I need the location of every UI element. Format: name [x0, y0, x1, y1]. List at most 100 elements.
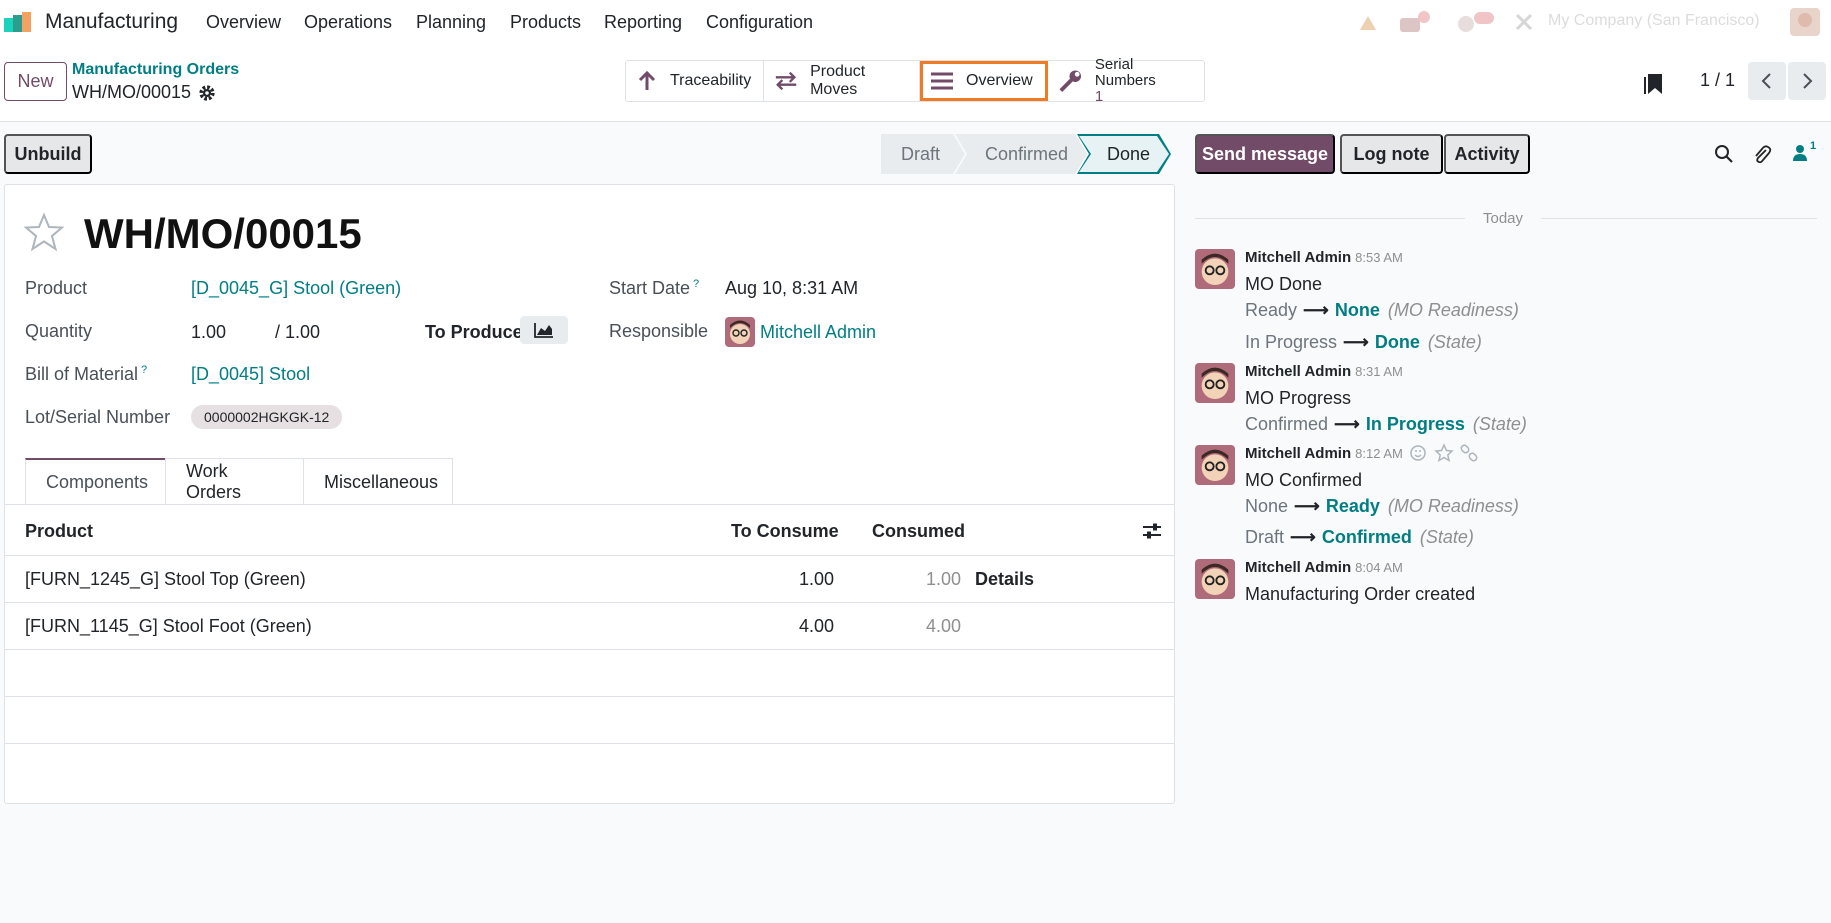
- menu-planning[interactable]: Planning: [416, 12, 486, 33]
- activity-icon[interactable]: [1456, 10, 1496, 34]
- author-name[interactable]: Mitchell Admin: [1245, 363, 1351, 380]
- serial-numbers-button[interactable]: Serial Numbers 1: [1048, 57, 1204, 105]
- stage-done[interactable]: Done: [1077, 134, 1171, 174]
- bom-link[interactable]: [D_0045] Stool: [191, 364, 310, 385]
- lot-badge[interactable]: 0000002HGKGK-12: [191, 405, 343, 429]
- arrow-right-icon: ⟶: [1334, 414, 1360, 434]
- bom-label-text: Bill of Material: [25, 364, 139, 384]
- responsible-link[interactable]: Mitchell Admin: [760, 322, 876, 343]
- tab-work-orders[interactable]: Work Orders: [165, 458, 304, 505]
- col-to-consume[interactable]: To Consume: [731, 521, 839, 542]
- pager-next-button[interactable]: [1788, 62, 1826, 100]
- avatar[interactable]: [1195, 559, 1235, 599]
- star-icon[interactable]: [1434, 443, 1454, 463]
- message-time: 8:53 AM: [1355, 250, 1403, 265]
- date-separator: Today: [1465, 210, 1542, 227]
- bom-label: Bill of Material?: [25, 364, 147, 385]
- bookmark-icon[interactable]: [1644, 72, 1664, 96]
- tracking-new: Confirmed: [1321, 527, 1412, 547]
- traceability-button[interactable]: Traceability: [626, 61, 764, 101]
- details-button[interactable]: Details: [975, 569, 1034, 590]
- add-reaction-icon[interactable]: [1409, 443, 1429, 463]
- unbuild-button[interactable]: Unbuild: [4, 134, 92, 174]
- tracking-value: None ⟶ Ready (MO Readiness): [1245, 496, 1519, 517]
- tracking-old: Draft: [1245, 527, 1285, 547]
- author-name[interactable]: Mitchell Admin: [1245, 445, 1351, 462]
- product-link[interactable]: [D_0045_G] Stool (Green): [191, 278, 401, 299]
- paperclip-icon[interactable]: [1752, 144, 1772, 166]
- record-title: WH/MO/00015: [84, 210, 362, 257]
- tools-icon[interactable]: [1514, 12, 1534, 32]
- table-row[interactable]: [FURN_1145_G] Stool Foot (Green) 4.00 4.…: [4, 603, 1175, 650]
- message-author[interactable]: Mitchell Admin 8:04 AM: [1245, 559, 1403, 576]
- breadcrumb-current: WH/MO/00015: [72, 82, 192, 102]
- link-icon[interactable]: [1459, 443, 1479, 463]
- pager-value[interactable]: 1 / 1: [1700, 70, 1735, 91]
- menu-overview[interactable]: Overview: [206, 12, 281, 33]
- send-message-button[interactable]: Send message: [1195, 134, 1335, 174]
- arrow-up-icon: [638, 70, 656, 90]
- quantity-input[interactable]: 1.00: [191, 322, 226, 343]
- tracking-field: (State): [1419, 527, 1474, 547]
- control-panel: New Manufacturing Orders WH/MO/00015 Tra…: [0, 44, 1831, 122]
- chevron-left-icon: [1761, 73, 1771, 89]
- optional-columns-icon[interactable]: [1142, 522, 1162, 540]
- stage-confirmed[interactable]: Confirmed: [955, 134, 1087, 174]
- overview-button[interactable]: Overview: [920, 61, 1048, 101]
- col-consumed[interactable]: Consumed: [872, 521, 965, 542]
- product-label: Product: [25, 278, 88, 298]
- tab-components[interactable]: Components: [25, 458, 166, 505]
- bom-help[interactable]: ?: [141, 364, 147, 376]
- app-name[interactable]: Manufacturing: [45, 10, 178, 34]
- row-product: [FURN_1145_G] Stool Foot (Green): [25, 616, 312, 636]
- avatar[interactable]: [1195, 363, 1235, 403]
- author-name[interactable]: Mitchell Admin: [1245, 559, 1351, 576]
- author-name[interactable]: Mitchell Admin: [1245, 249, 1351, 266]
- message-author[interactable]: Mitchell Admin 8:12 AM: [1245, 445, 1403, 462]
- avatar[interactable]: [1195, 249, 1235, 289]
- user-avatar[interactable]: [1790, 8, 1820, 36]
- menu-configuration[interactable]: Configuration: [706, 12, 813, 33]
- tracking-field: (MO Readiness): [1387, 496, 1519, 516]
- forecast-chart-button[interactable]: [520, 316, 568, 344]
- stage-draft[interactable]: Draft: [881, 134, 965, 174]
- tracking-old: Ready: [1245, 300, 1298, 320]
- product-moves-button[interactable]: Product Moves: [764, 61, 920, 101]
- message-author[interactable]: Mitchell Admin 8:53 AM: [1245, 249, 1403, 266]
- serial-numbers-count: 1: [1094, 88, 1104, 105]
- tracking-old: In Progress: [1245, 332, 1338, 352]
- tab-miscellaneous[interactable]: Miscellaneous: [303, 458, 453, 505]
- debug-icon[interactable]: [1358, 12, 1380, 32]
- gear-icon[interactable]: [198, 84, 216, 102]
- tracking-new: Ready: [1325, 496, 1380, 516]
- menu-products[interactable]: Products: [510, 12, 581, 33]
- new-button[interactable]: New: [4, 62, 67, 101]
- stage-confirmed-label: Confirmed: [985, 143, 1069, 164]
- pager-previous-button[interactable]: [1748, 62, 1786, 100]
- star-icon[interactable]: [24, 212, 64, 252]
- manufacturing-app-icon[interactable]: [4, 12, 34, 32]
- message-author[interactable]: Mitchell Admin 8:31 AM: [1245, 363, 1403, 380]
- breadcrumb-parent[interactable]: Manufacturing Orders: [72, 61, 239, 79]
- activity-button[interactable]: Activity: [1444, 134, 1530, 174]
- message-body: Manufacturing Order created: [1245, 584, 1476, 604]
- start-date-value[interactable]: Aug 10, 8:31 AM: [725, 278, 858, 299]
- message-body: MO Confirmed: [1245, 470, 1363, 490]
- messaging-icon[interactable]: [1398, 10, 1432, 34]
- overview-label: Overview: [966, 72, 1033, 89]
- company-switcher[interactable]: My Company (San Francisco): [1548, 12, 1760, 30]
- log-note-button[interactable]: Log note: [1340, 134, 1443, 174]
- table-row[interactable]: [FURN_1245_G] Stool Top (Green) 1.00 1.0…: [4, 556, 1175, 603]
- menu-operations[interactable]: Operations: [304, 12, 392, 33]
- followers-icon[interactable]: [1792, 144, 1808, 162]
- stage-done-label: Done: [1107, 143, 1151, 164]
- menu-reporting[interactable]: Reporting: [604, 12, 682, 33]
- message-time: 8:04 AM: [1355, 560, 1403, 575]
- search-icon[interactable]: [1714, 144, 1734, 164]
- col-product[interactable]: Product: [25, 521, 93, 542]
- wrench-icon: [1059, 70, 1082, 92]
- start-date-help[interactable]: ?: [693, 278, 699, 290]
- avatar[interactable]: [1195, 445, 1235, 485]
- message-body: MO Done: [1245, 274, 1323, 294]
- chevron-right-icon: [1803, 73, 1813, 89]
